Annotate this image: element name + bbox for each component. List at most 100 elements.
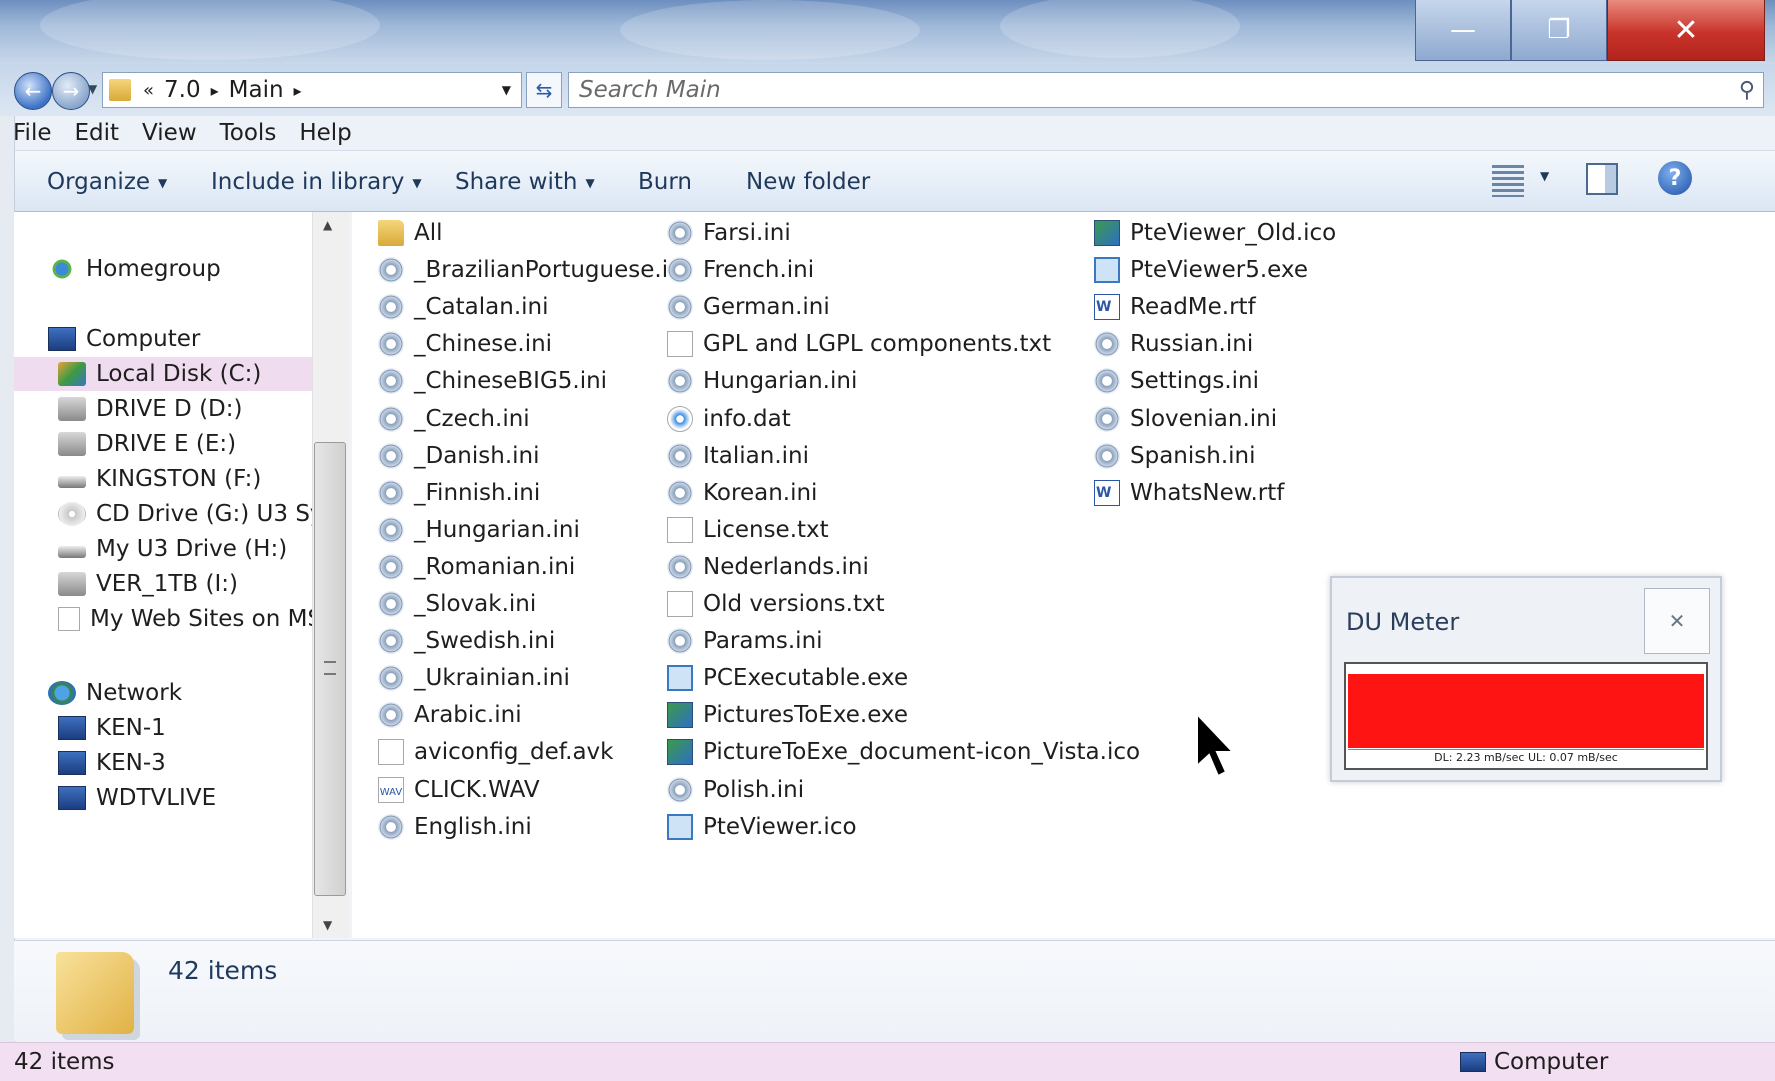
nav-web-sites[interactable]: My Web Sites on MS bbox=[58, 602, 312, 636]
settings-file-icon bbox=[378, 405, 404, 432]
burn-button[interactable]: Burn bbox=[638, 169, 692, 195]
file-name: Farsi.ini bbox=[703, 220, 791, 246]
search-input[interactable]: Search Main ⚲ bbox=[568, 72, 1764, 108]
nav-computer[interactable]: Computer bbox=[48, 322, 200, 356]
computer-icon bbox=[48, 327, 76, 351]
minimize-button[interactable]: — bbox=[1415, 0, 1511, 61]
breadcrumb-main[interactable]: Main bbox=[229, 77, 284, 103]
menu-help[interactable]: Help bbox=[286, 120, 361, 146]
file-item[interactable]: _Danish.ini bbox=[378, 439, 540, 473]
file-item[interactable]: All bbox=[378, 216, 443, 250]
breadcrumb-overflow[interactable]: « bbox=[143, 80, 154, 101]
file-item[interactable]: Hungarian.ini bbox=[667, 364, 857, 398]
file-item[interactable]: GPL and LGPL components.txt bbox=[667, 327, 1051, 361]
file-item[interactable]: _ChineseBIG5.ini bbox=[378, 364, 607, 398]
view-options-icon[interactable] bbox=[1492, 165, 1524, 197]
new-folder-button[interactable]: New folder bbox=[746, 169, 870, 195]
recent-pages-dropdown[interactable]: ▼ bbox=[88, 82, 97, 96]
file-item[interactable]: Russian.ini bbox=[1094, 327, 1253, 361]
file-item[interactable]: German.ini bbox=[667, 290, 830, 324]
file-item[interactable]: _Romanian.ini bbox=[378, 550, 575, 584]
file-item[interactable]: _Hungarian.ini bbox=[378, 513, 580, 547]
nav-drive-h[interactable]: My U3 Drive (H:) bbox=[58, 532, 287, 566]
file-item[interactable]: PicturesToExe.exe bbox=[667, 698, 908, 732]
menu-edit[interactable]: Edit bbox=[62, 120, 130, 146]
file-item[interactable]: PCExecutable.exe bbox=[667, 661, 908, 695]
nav-drive-g[interactable]: CD Drive (G:) U3 Sys bbox=[58, 497, 312, 531]
file-item[interactable]: PteViewer_Old.ico bbox=[1094, 216, 1336, 250]
file-item[interactable]: Old versions.txt bbox=[667, 587, 885, 621]
breadcrumb-7-0[interactable]: 7.0 bbox=[164, 77, 201, 103]
file-item[interactable]: PteViewer.ico bbox=[667, 810, 857, 844]
file-item[interactable]: Farsi.ini bbox=[667, 216, 791, 250]
file-item[interactable]: _BrazilianPortuguese.ini bbox=[378, 253, 689, 287]
share-with-button[interactable]: Share with ▼ bbox=[455, 169, 595, 195]
file-item[interactable]: Settings.ini bbox=[1094, 364, 1259, 398]
file-item[interactable]: _Chinese.ini bbox=[378, 327, 552, 361]
organize-button[interactable]: Organize ▼ bbox=[47, 169, 167, 195]
close-button[interactable]: ✕ bbox=[1607, 0, 1765, 61]
file-item[interactable]: _Finnish.ini bbox=[378, 476, 540, 510]
file-item[interactable]: Korean.ini bbox=[667, 476, 817, 510]
preview-pane-icon[interactable] bbox=[1586, 163, 1618, 195]
computer-icon bbox=[58, 786, 86, 810]
menu-tools[interactable]: Tools bbox=[207, 120, 287, 146]
file-item[interactable]: Italian.ini bbox=[667, 439, 809, 473]
settings-file-icon bbox=[667, 479, 693, 506]
file-item[interactable]: Polish.ini bbox=[667, 773, 804, 807]
nav-homegroup[interactable]: Homegroup bbox=[48, 252, 221, 286]
file-item[interactable]: French.ini bbox=[667, 253, 814, 287]
scroll-down-icon[interactable]: ▼ bbox=[323, 918, 332, 932]
file-item[interactable]: PictureToExe_document-icon_Vista.ico bbox=[667, 735, 1140, 769]
nav-host-wdtvlive[interactable]: WDTVLIVE bbox=[58, 781, 216, 815]
back-arrow-icon: ← bbox=[24, 79, 42, 103]
search-icon[interactable]: ⚲ bbox=[1739, 78, 1755, 103]
nav-drive-c[interactable]: Local Disk (C:) bbox=[14, 357, 312, 391]
file-item[interactable]: WAV CLICK.WAV bbox=[378, 773, 540, 807]
scrollbar-thumb[interactable] bbox=[314, 442, 346, 896]
file-item[interactable]: info.dat bbox=[667, 402, 791, 436]
breadcrumb-separator[interactable]: ▸ bbox=[211, 81, 219, 100]
menu-view[interactable]: View bbox=[129, 120, 207, 146]
nav-host-ken-1[interactable]: KEN-1 bbox=[58, 711, 166, 745]
address-dropdown-icon[interactable]: ▼ bbox=[502, 83, 511, 97]
breadcrumb-separator[interactable]: ▸ bbox=[294, 81, 302, 100]
back-button[interactable]: ← bbox=[14, 72, 52, 110]
file-item[interactable]: Slovenian.ini bbox=[1094, 402, 1277, 436]
file-item[interactable]: Spanish.ini bbox=[1094, 439, 1256, 473]
nav-drive-e[interactable]: DRIVE E (E:) bbox=[58, 427, 236, 461]
file-item[interactable]: English.ini bbox=[378, 810, 532, 844]
scroll-up-icon[interactable]: ▲ bbox=[323, 218, 332, 232]
nav-drive-i[interactable]: VER_1TB (I:) bbox=[58, 567, 238, 601]
nav-label: KEN-1 bbox=[96, 715, 166, 741]
du-meter-close-button[interactable]: ✕ bbox=[1644, 588, 1710, 654]
file-item[interactable]: Arabic.ini bbox=[378, 698, 522, 732]
file-item[interactable]: W ReadMe.rtf bbox=[1094, 290, 1256, 324]
maximize-button[interactable]: ❐ bbox=[1511, 0, 1607, 61]
file-item[interactable]: Nederlands.ini bbox=[667, 550, 869, 584]
file-item[interactable]: Params.ini bbox=[667, 624, 823, 658]
file-item[interactable]: _Swedish.ini bbox=[378, 624, 555, 658]
file-item[interactable]: _Slovak.ini bbox=[378, 587, 536, 621]
include-in-library-button[interactable]: Include in library ▼ bbox=[211, 169, 422, 195]
chevron-down-icon: ▼ bbox=[158, 175, 168, 190]
file-name: Settings.ini bbox=[1130, 368, 1260, 395]
file-item[interactable]: _Catalan.ini bbox=[378, 290, 549, 324]
nav-drive-f[interactable]: KINGSTON (F:) bbox=[58, 462, 261, 496]
nav-network[interactable]: Network bbox=[48, 676, 182, 710]
nav-drive-d[interactable]: DRIVE D (D:) bbox=[58, 392, 242, 426]
forward-button[interactable]: → bbox=[52, 72, 90, 110]
chevron-down-icon[interactable]: ▼ bbox=[1540, 169, 1549, 183]
file-item[interactable]: License.txt bbox=[667, 513, 829, 547]
file-item[interactable]: aviconfig_def.avk bbox=[378, 735, 614, 769]
address-bar[interactable]: « 7.0 ▸ Main ▸ ▼ bbox=[102, 72, 522, 108]
file-name: Spanish.ini bbox=[1130, 442, 1256, 469]
file-item[interactable]: W WhatsNew.rtf bbox=[1094, 476, 1284, 510]
file-item[interactable]: _Czech.ini bbox=[378, 402, 530, 436]
file-item[interactable]: PteViewer5.exe bbox=[1094, 253, 1308, 287]
refresh-button[interactable]: ⇆ bbox=[526, 72, 562, 108]
help-icon[interactable]: ? bbox=[1658, 161, 1692, 195]
file-item[interactable]: _Ukrainian.ini bbox=[378, 661, 570, 695]
nav-host-ken-3[interactable]: KEN-3 bbox=[58, 746, 166, 780]
du-meter-widget[interactable]: DU Meter ✕ DL: 2.23 mB/sec UL: 0.07 mB/s… bbox=[1330, 576, 1722, 782]
